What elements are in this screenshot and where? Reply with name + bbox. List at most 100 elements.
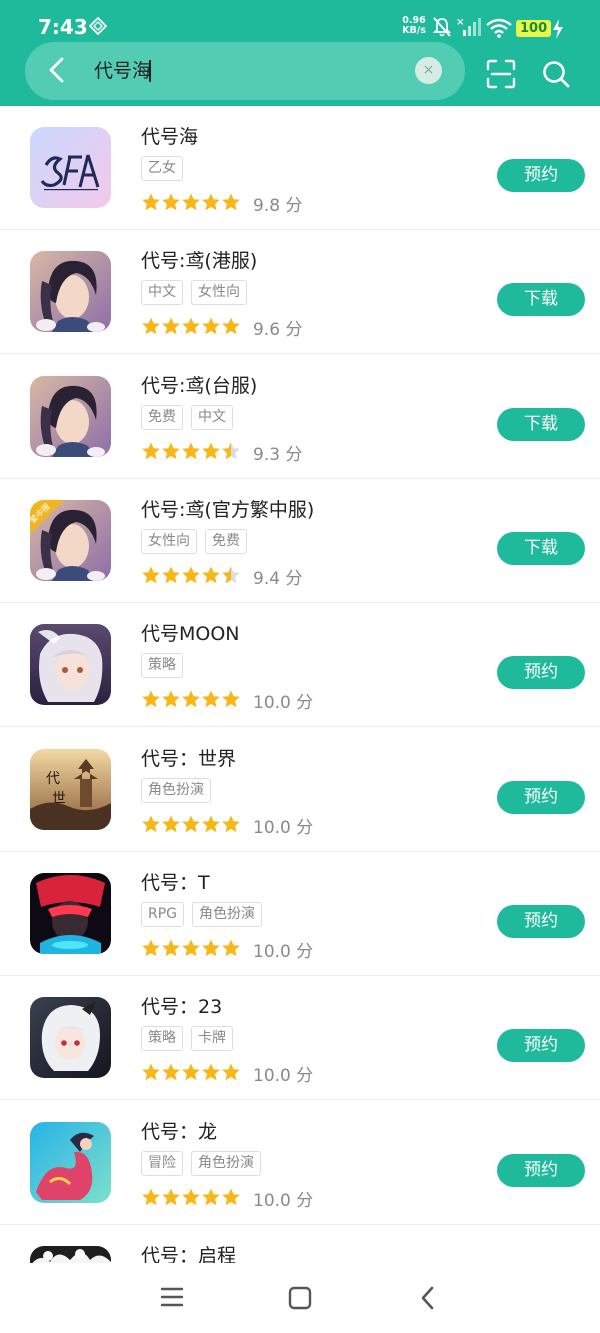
result-row[interactable]: 代号：龙 冒险 角色扮演 10.0 分 预约 (0, 1101, 600, 1225)
game-title[interactable]: 代号海 (141, 122, 198, 149)
tag: 策略 (141, 1026, 183, 1051)
download-button[interactable]: 下载 (497, 532, 585, 565)
star-4 (222, 1188, 240, 1206)
star-0 (142, 566, 160, 584)
game-title[interactable]: 代号:鸢(台服) (141, 371, 257, 398)
mute-icon (432, 17, 452, 37)
header-bar: 7:43 0.96 KB/s × 100 代号海 × (0, 0, 600, 106)
reserve-button[interactable]: 预约 (497, 1029, 585, 1062)
status-bar: 7:43 0.96 KB/s × 100 (0, 0, 600, 40)
star-3 (202, 317, 220, 335)
search-input[interactable]: 代号海 (94, 58, 151, 84)
reserve-button[interactable]: 预约 (497, 1154, 585, 1187)
star-1 (162, 193, 180, 211)
home-icon[interactable] (288, 1286, 312, 1310)
tag-list: 角色扮演 (141, 778, 211, 804)
result-row[interactable]: 代号:鸢(台服) 免费 中文 9.3 分 下载 (0, 355, 600, 479)
game-icon[interactable] (30, 1122, 111, 1203)
reserve-button[interactable]: 预约 (497, 159, 585, 192)
star-4 (222, 317, 240, 335)
game-title[interactable]: 代号:鸢(港服) (141, 246, 257, 273)
game-icon[interactable] (30, 251, 111, 332)
result-row[interactable]: 代号：启程 (0, 1225, 600, 1263)
app-notification-icon (89, 17, 107, 35)
game-icon[interactable] (30, 624, 111, 705)
tag-list: 策略 (141, 653, 183, 679)
rating-stars (142, 1063, 240, 1081)
rating-stars (142, 566, 240, 584)
result-row[interactable]: 代号海 乙女 9.8 分 预约 (0, 106, 600, 230)
star-3 (202, 1188, 220, 1206)
star-0 (142, 442, 160, 460)
star-1 (162, 566, 180, 584)
rating-stars (142, 690, 240, 708)
game-title[interactable]: 代号：启程 (141, 1241, 236, 1263)
tag: 中文 (191, 405, 233, 430)
search-bar[interactable] (25, 42, 465, 100)
game-icon[interactable]: 繁中服 (30, 500, 111, 581)
star-0 (142, 815, 160, 833)
rating-stars (142, 939, 240, 957)
star-3 (202, 442, 220, 460)
game-icon[interactable] (30, 873, 111, 954)
star-4 (222, 690, 240, 708)
scan-icon[interactable] (486, 59, 516, 89)
star-1 (162, 939, 180, 957)
game-title[interactable]: 代号：23 (141, 992, 222, 1019)
star-3 (202, 193, 220, 211)
result-row[interactable]: 代号：23 策略 卡牌 10.0 分 预约 (0, 976, 600, 1100)
rating-score: 10.0 分 (253, 942, 314, 962)
clear-icon[interactable]: × (415, 57, 442, 84)
game-title[interactable]: 代号：世界 (141, 744, 236, 771)
tag: 女性向 (141, 529, 197, 554)
rating-score: 9.3 分 (253, 445, 303, 465)
back-arrow-icon[interactable] (45, 56, 69, 84)
star-0 (142, 1063, 160, 1081)
wifi-icon (486, 18, 512, 38)
result-row[interactable]: 代号:鸢(港服) 中文 女性向 9.6 分 下载 (0, 230, 600, 354)
game-icon[interactable] (30, 1246, 111, 1263)
tag-list: 中文 女性向 (141, 280, 247, 306)
back-icon[interactable] (418, 1285, 438, 1311)
star-2 (182, 317, 200, 335)
result-row[interactable]: 繁中服 代号:鸢(官方繁中服) 女性向 免费 9.4 分 下载 (0, 479, 600, 603)
game-title[interactable]: 代号MOON (141, 619, 240, 646)
result-row[interactable]: 代号：T RPG 角色扮演 10.0 分 预约 (0, 852, 600, 976)
rating-score: 10.0 分 (253, 1191, 314, 1211)
star-1 (162, 815, 180, 833)
download-button[interactable]: 下载 (497, 283, 585, 316)
reserve-button[interactable]: 预约 (497, 781, 585, 814)
rating-stars (142, 1188, 240, 1206)
result-row[interactable]: 代号MOON 策略 10.0 分 预约 (0, 603, 600, 727)
battery-indicator: 100 (516, 20, 552, 37)
game-title[interactable]: 代号：龙 (141, 1117, 217, 1144)
network-speed-unit: KB/s (402, 25, 426, 36)
reserve-button[interactable]: 预约 (497, 905, 585, 938)
star-0 (142, 317, 160, 335)
game-icon[interactable]: 代世 (30, 749, 111, 830)
tag-list: 策略 卡牌 (141, 1026, 233, 1052)
tag: 中文 (141, 280, 183, 305)
star-4 (222, 193, 240, 211)
menu-icon[interactable] (160, 1285, 184, 1309)
star-3 (202, 1063, 220, 1081)
game-title[interactable]: 代号:鸢(官方繁中服) (141, 495, 314, 522)
search-icon[interactable] (542, 60, 570, 88)
game-title[interactable]: 代号：T (141, 868, 210, 895)
star-0 (142, 1188, 160, 1206)
game-icon[interactable] (30, 376, 111, 457)
star-3 (202, 690, 220, 708)
star-2 (182, 566, 200, 584)
game-icon[interactable] (30, 127, 111, 208)
download-button[interactable]: 下载 (497, 408, 585, 441)
tag: 角色扮演 (141, 778, 211, 803)
tag: 免费 (205, 529, 247, 554)
star-4 (222, 939, 240, 957)
rating-stars (142, 442, 240, 460)
game-icon[interactable] (30, 997, 111, 1078)
rating-score: 9.4 分 (253, 569, 303, 589)
star-0 (142, 193, 160, 211)
result-row[interactable]: 代世 代号：世界 角色扮演 10.0 分 预约 (0, 728, 600, 852)
reserve-button[interactable]: 预约 (497, 656, 585, 689)
star-1 (162, 442, 180, 460)
